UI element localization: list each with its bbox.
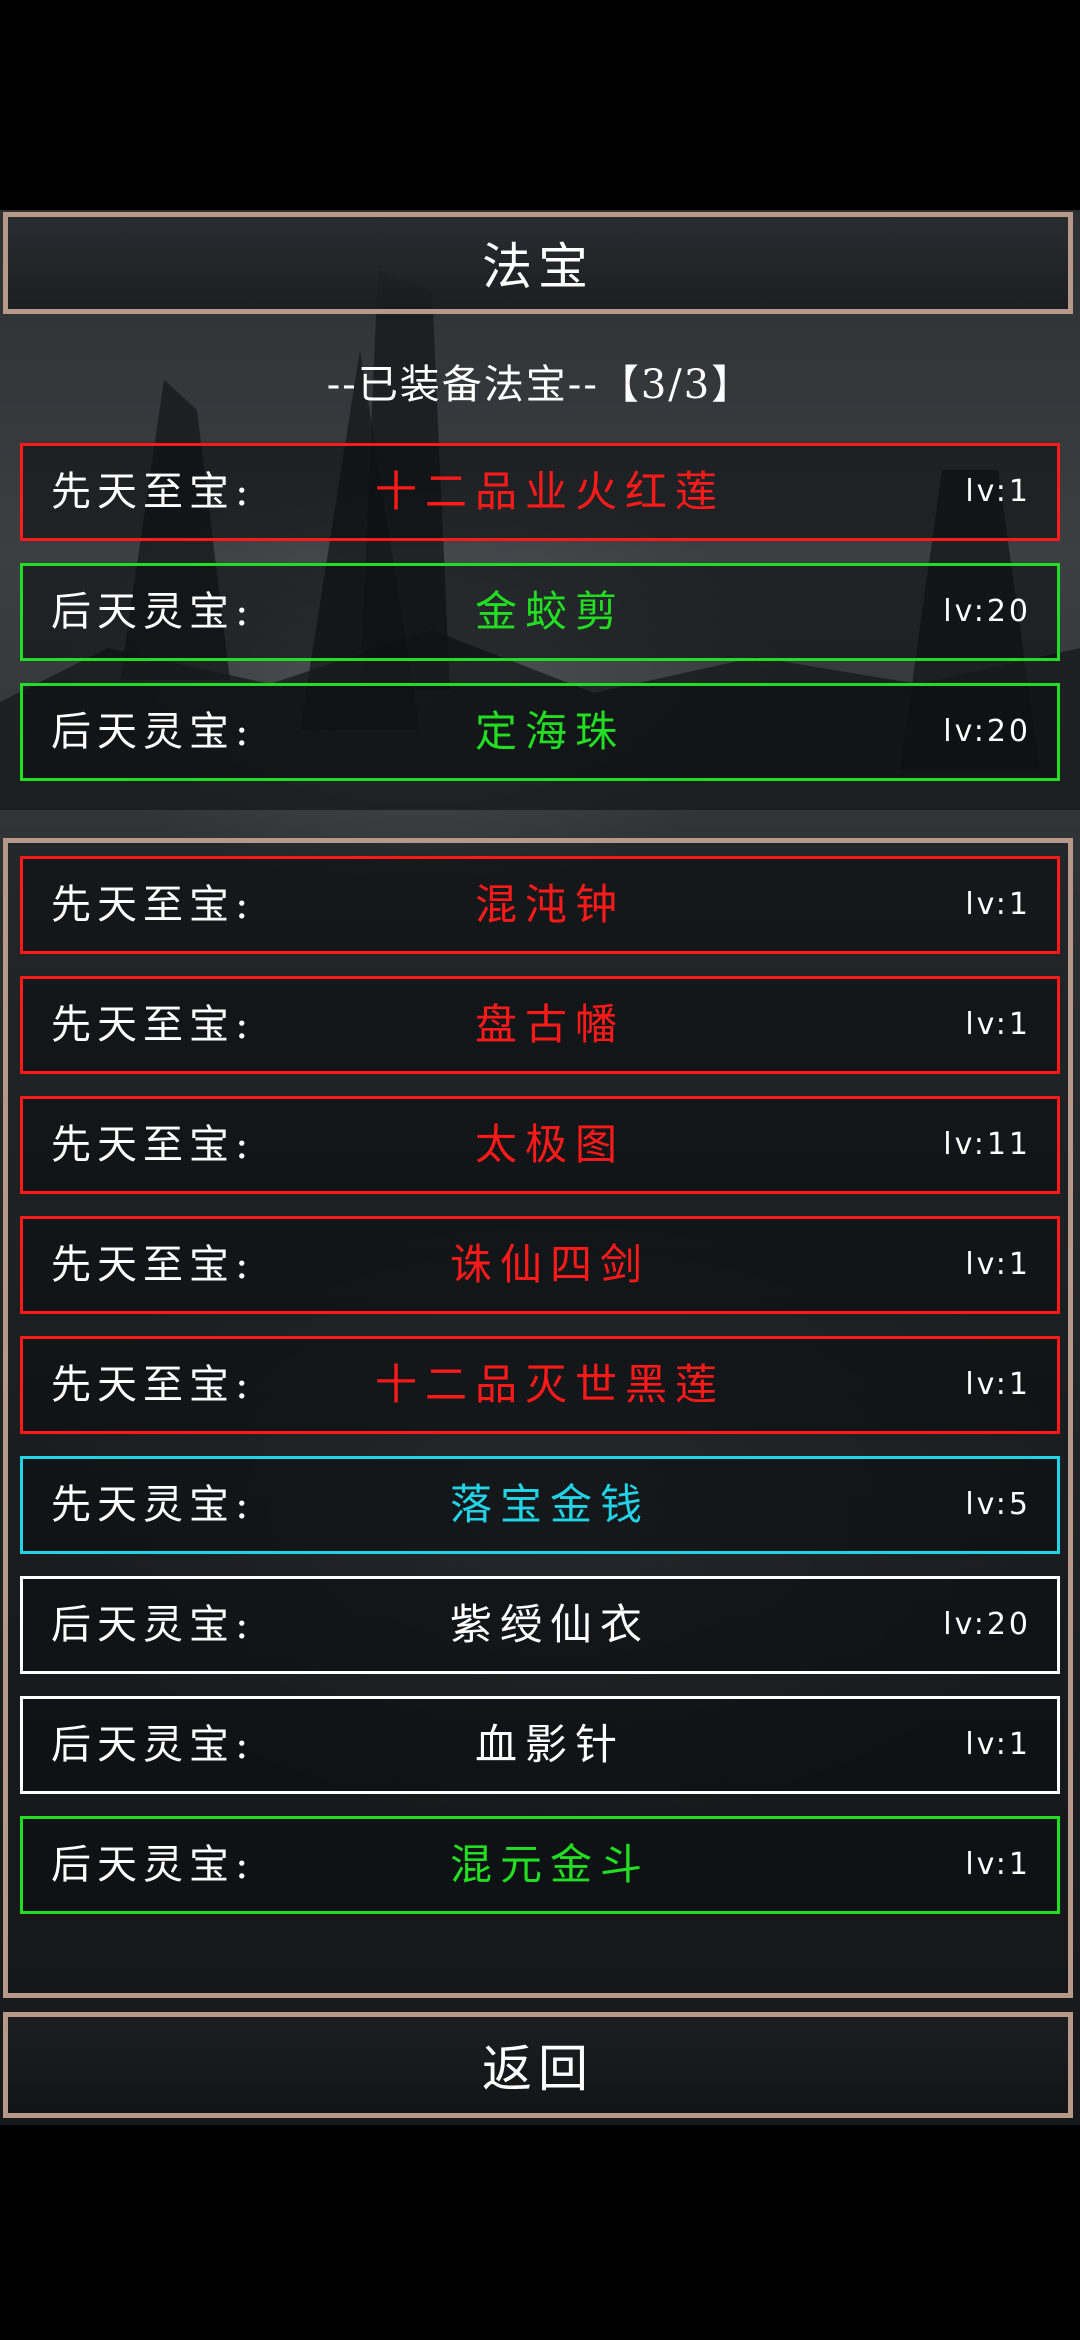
inventory-item[interactable]: 后天灵宝: 紫绶仙衣 lv:20 [20, 1576, 1060, 1674]
back-button-label: 返回 [482, 2040, 594, 2098]
title-bar: 法宝 [3, 212, 1073, 314]
equipped-caption: --已装备法宝--【3/3】 [326, 362, 754, 408]
item-name: 混沌钟 [474, 880, 625, 929]
item-name: 定海珠 [474, 707, 625, 756]
item-name: 血影针 [474, 1720, 625, 1769]
item-level: lv:11 [943, 1127, 1031, 1162]
item-level: lv:1 [965, 1847, 1031, 1882]
equipped-item[interactable]: 先天至宝: 十二品业火红莲 lv:1 [20, 443, 1060, 541]
inventory-item[interactable]: 后天灵宝: 混元金斗 lv:1 [20, 1816, 1060, 1914]
inventory-item[interactable]: 先天灵宝: 落宝金钱 lv:5 [20, 1456, 1060, 1554]
item-level: lv:1 [965, 1367, 1031, 1402]
item-level: lv:20 [943, 714, 1031, 749]
equipped-item[interactable]: 后天灵宝: 金蛟剪 lv:20 [20, 563, 1060, 661]
item-level: lv:1 [965, 474, 1031, 509]
item-name: 盘古幡 [474, 1000, 625, 1049]
item-name: 金蛟剪 [474, 587, 625, 636]
item-name: 紫绶仙衣 [449, 1600, 650, 1649]
item-level: lv:20 [943, 1607, 1031, 1642]
item-level: lv:1 [965, 1007, 1031, 1042]
item-name: 诛仙四剑 [449, 1240, 650, 1289]
item-name: 十二品灭世黑莲 [374, 1360, 725, 1409]
page-title: 法宝 [482, 238, 594, 296]
item-level: lv:1 [965, 1247, 1031, 1282]
item-level: lv:20 [943, 594, 1031, 629]
back-button[interactable]: 返回 [3, 2012, 1073, 2118]
inventory-item[interactable]: 先天至宝: 十二品灭世黑莲 lv:1 [20, 1336, 1060, 1434]
equipped-item[interactable]: 后天灵宝: 定海珠 lv:20 [20, 683, 1060, 781]
item-name: 太极图 [474, 1120, 625, 1169]
inventory-item[interactable]: 先天至宝: 混沌钟 lv:1 [20, 856, 1060, 954]
item-name: 落宝金钱 [449, 1480, 650, 1529]
item-level: lv:5 [965, 1487, 1031, 1522]
inventory-item[interactable]: 先天至宝: 盘古幡 lv:1 [20, 976, 1060, 1074]
item-name: 混元金斗 [449, 1840, 650, 1889]
inventory-item[interactable]: 先天至宝: 太极图 lv:11 [20, 1096, 1060, 1194]
item-name: 十二品业火红莲 [374, 467, 725, 516]
inventory-item[interactable]: 先天至宝: 诛仙四剑 lv:1 [20, 1216, 1060, 1314]
inventory-item[interactable]: 后天灵宝: 血影针 lv:1 [20, 1696, 1060, 1794]
item-level: lv:1 [965, 887, 1031, 922]
item-level: lv:1 [965, 1727, 1031, 1762]
